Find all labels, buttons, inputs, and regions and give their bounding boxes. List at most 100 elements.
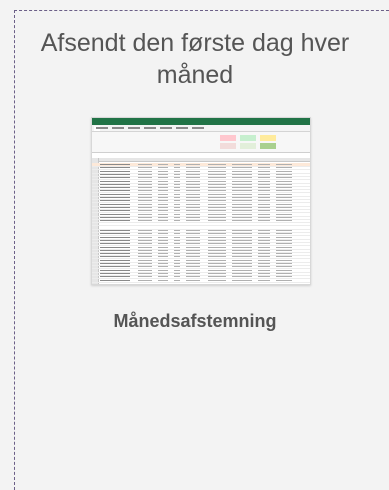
table-cell: [208, 279, 226, 281]
table-cell: [208, 170, 226, 172]
table-cell: [138, 276, 152, 278]
table-cell: [100, 253, 130, 255]
table-cell: [232, 190, 252, 192]
table-cell: [138, 249, 152, 251]
table-cell: [186, 200, 200, 202]
table-cell: [208, 193, 226, 195]
table-cell: [232, 256, 252, 258]
table-cell: [258, 266, 270, 268]
table-cell: [186, 243, 200, 245]
card-heading: Afsendt den første dag hver måned: [40, 29, 350, 89]
table-cell: [138, 173, 152, 175]
table-cell: [258, 173, 270, 175]
table-cell: [158, 206, 168, 208]
table-cell: [186, 233, 200, 235]
table-cell: [276, 197, 292, 198]
table-cell: [158, 272, 168, 274]
table-cell: [276, 180, 292, 182]
table-cell: [232, 170, 252, 172]
table-cell: [100, 259, 130, 261]
style-neutral-swatch: [260, 135, 276, 141]
style-swatch: [260, 143, 276, 149]
table-cell: [258, 249, 270, 251]
table-cell: [100, 243, 130, 245]
table-cell: [208, 210, 226, 212]
table-cell: [208, 197, 226, 198]
table-cell: [186, 210, 200, 212]
table-cell: [100, 263, 130, 264]
table-cell: [208, 173, 226, 175]
table-cell: [158, 259, 168, 261]
table-cell: [232, 206, 252, 208]
table-cell: [208, 246, 226, 248]
table-cell: [186, 164, 200, 165]
table-cell: [158, 279, 168, 281]
table-cell: [276, 220, 292, 222]
table-cell: [208, 253, 226, 255]
table-cell: [138, 256, 152, 258]
table-cell: [276, 200, 292, 202]
table-cell: [158, 177, 168, 179]
table-cell: [100, 170, 130, 172]
table-cell: [138, 180, 152, 182]
table-cell: [174, 187, 180, 189]
table-cell: [258, 256, 270, 258]
table-cell: [138, 253, 152, 255]
table-cell: [158, 230, 168, 231]
table-cell: [232, 230, 252, 231]
table-cell: [100, 266, 130, 268]
table-cell: [258, 279, 270, 281]
table-cell: [174, 246, 180, 248]
table-cell: [208, 239, 226, 241]
table-cell: [138, 272, 152, 274]
table-cell: [100, 177, 130, 179]
table-cell: [258, 167, 270, 169]
table-cell: [232, 164, 252, 165]
table-cell: [138, 190, 152, 192]
table-cell: [208, 259, 226, 261]
table-cell: [100, 272, 130, 274]
table-cell: [100, 276, 130, 278]
table-cell: [174, 233, 180, 235]
table-cell: [276, 187, 292, 189]
table-cell: [100, 200, 130, 202]
table-cell: [158, 253, 168, 255]
table-cell: [276, 170, 292, 172]
table-cell: [258, 272, 270, 274]
table-cell: [174, 197, 180, 198]
table-cell: [174, 210, 180, 212]
table-cell: [276, 243, 292, 245]
table-cell: [158, 233, 168, 235]
table-cell: [232, 249, 252, 251]
style-swatch: [240, 143, 256, 149]
table-cell: [158, 243, 168, 245]
table-cell: [258, 239, 270, 241]
table-cell: [158, 180, 168, 182]
table-cell: [100, 173, 130, 175]
table-cell: [186, 180, 200, 182]
table-cell: [138, 259, 152, 261]
table-cell: [186, 256, 200, 258]
table-cell: [138, 193, 152, 195]
table-cell: [158, 213, 168, 215]
table-cell: [158, 220, 168, 222]
table-cell: [174, 269, 180, 271]
table-cell: [138, 177, 152, 179]
table-cell: [158, 170, 168, 172]
table-cell: [174, 213, 180, 215]
table-cell: [158, 183, 168, 185]
table-cell: [100, 164, 130, 165]
table-cell: [186, 170, 200, 172]
table-cell: [208, 177, 226, 179]
column-headers: [92, 158, 310, 162]
table-cell: [158, 256, 168, 258]
table-cell: [100, 256, 130, 258]
table-cell: [138, 164, 152, 165]
table-cell: [208, 213, 226, 215]
table-cell: [232, 263, 252, 264]
table-cell: [186, 213, 200, 215]
table-cell: [186, 279, 200, 281]
table-cell: [100, 183, 130, 185]
table-cell: [208, 180, 226, 182]
style-good-swatch: [240, 135, 256, 141]
